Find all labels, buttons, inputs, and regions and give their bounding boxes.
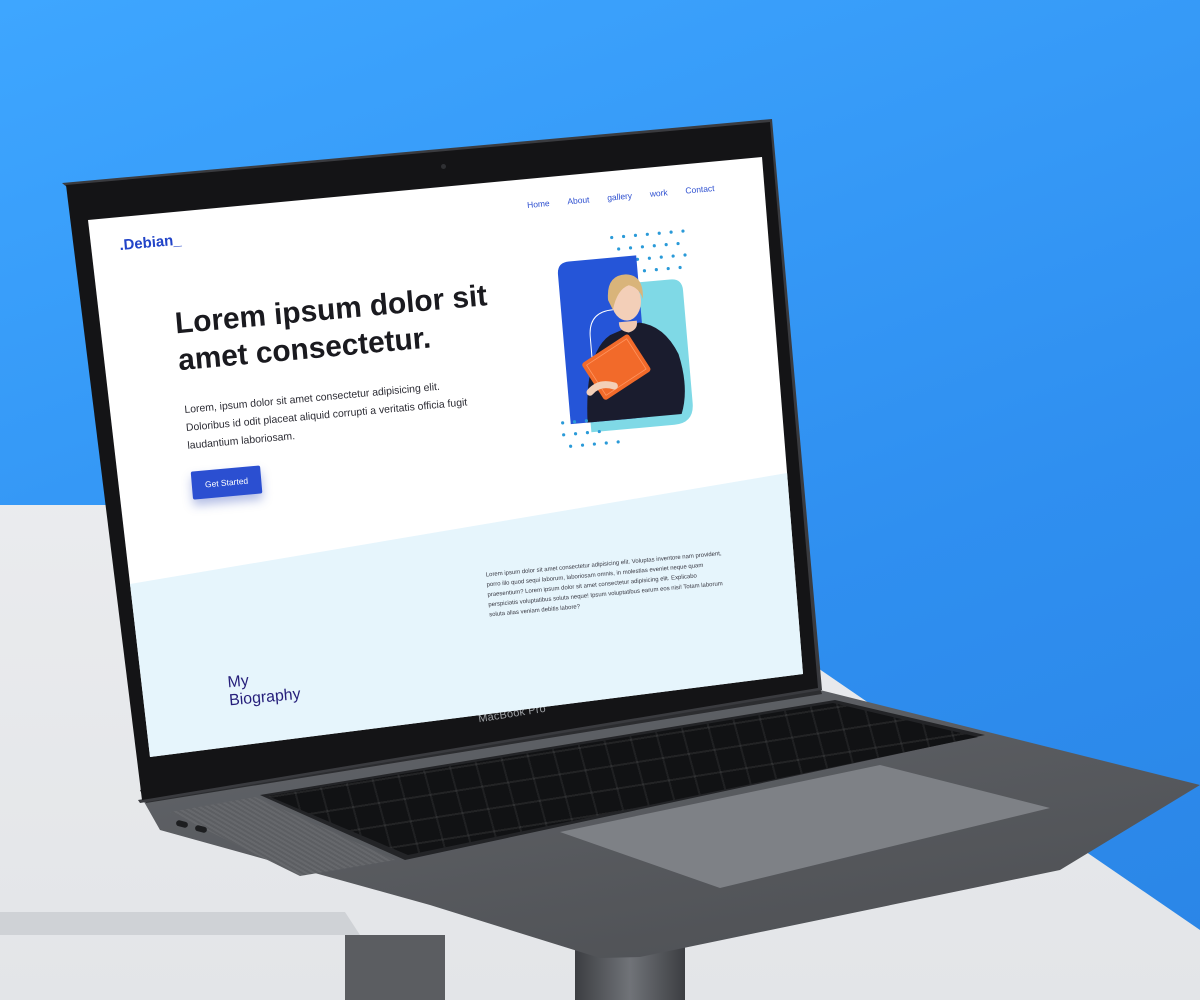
hero-title: Lorem ipsum dolor sit amet consectetur.: [173, 279, 489, 378]
get-started-button[interactable]: Get Started: [190, 465, 263, 500]
nav-work[interactable]: work: [649, 187, 668, 199]
nav-about[interactable]: About: [567, 194, 590, 206]
biography-heading: My Biography: [227, 668, 301, 710]
nav-home[interactable]: Home: [527, 198, 550, 210]
main-nav: Home About gallery work Contact: [527, 183, 715, 210]
hero-description: Lorem, ipsum dolor sit amet consectetur …: [183, 380, 468, 452]
camera-icon: [441, 164, 446, 169]
nav-contact[interactable]: Contact: [685, 183, 715, 196]
site-logo[interactable]: .Debian_: [119, 232, 182, 255]
nav-gallery[interactable]: gallery: [607, 191, 633, 203]
hero-illustration: [557, 229, 693, 448]
table-leg-left: [345, 935, 445, 1000]
